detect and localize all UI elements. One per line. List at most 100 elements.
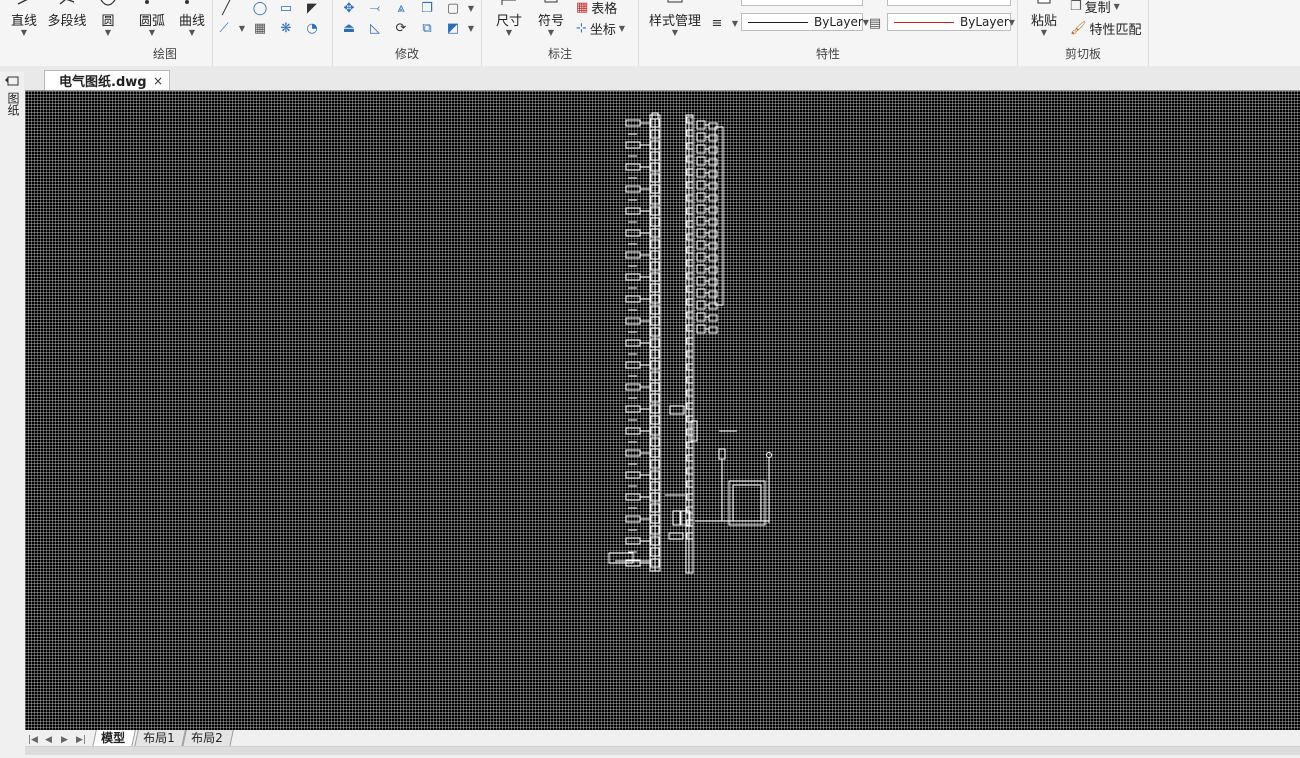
array-icon[interactable]: ⧉	[419, 20, 435, 36]
modify-group-label: 修改	[394, 47, 419, 61]
dimension-button[interactable]: 尺寸 ▼	[492, 0, 526, 37]
clipboard-group-label: 剪切板	[1064, 47, 1101, 61]
line-button[interactable]: 直线 ▼	[6, 0, 42, 37]
drawing-canvas[interactable]	[25, 90, 1300, 730]
polyline-icon	[59, 0, 75, 5]
chevron-down-icon: ▼	[1008, 17, 1015, 27]
tab-model-label: 模型	[101, 731, 126, 745]
chevron-down-icon: ▼	[1113, 2, 1120, 11]
color-combo-top[interactable]	[887, 0, 1011, 6]
properties-group-label: 特性	[815, 47, 840, 61]
symbol-icon	[544, 0, 558, 3]
line-button-label: 直线	[10, 14, 37, 29]
line-icon	[17, 0, 28, 5]
linetype-value: ByLayer	[814, 15, 863, 29]
chevron-down-icon: ▼	[148, 28, 156, 37]
copy-object-icon[interactable]: ❐	[419, 0, 435, 16]
table-icon: ▦	[576, 0, 589, 15]
tab-layout2[interactable]: 布局2	[182, 730, 234, 747]
rotate-icon[interactable]: ⟳	[393, 20, 409, 36]
curve-icon	[185, 0, 189, 4]
polyline-button-label: 多段线	[47, 14, 87, 29]
chevron-down-icon[interactable]: ▼	[463, 20, 479, 36]
tab-layout1[interactable]: 布局1	[134, 730, 186, 747]
properties-box-icon[interactable]: ▢	[445, 0, 461, 16]
match-properties-button[interactable]: 🖌 特性匹配	[1070, 19, 1142, 38]
next-layout-button[interactable]: ▶	[61, 735, 68, 745]
chevron-down-icon: ▼	[188, 28, 196, 37]
style-manager-icon	[667, 0, 683, 3]
color-value: ByLayer	[960, 15, 1009, 29]
table-button-label: 表格	[591, 2, 618, 17]
side-panel: 图纸	[0, 72, 24, 732]
chevron-down-icon: ▼	[618, 24, 626, 33]
last-layout-button[interactable]: ▶|	[76, 735, 86, 745]
curve-button-label: 曲线	[178, 14, 205, 29]
curve-button[interactable]: 曲线 ▼	[174, 0, 210, 37]
draw-group: 直线 ▼ 多段线 圆 ▼ 圆弧 ▼ 曲线 ▼ ╱ ⟋ ▼ ◯ ▦ ▭ ❋ ◤ ◔	[0, 0, 318, 66]
electrical-drawing	[608, 112, 772, 574]
paste-button-label: 粘贴	[1030, 14, 1057, 29]
chevron-down-icon: ▼	[1040, 28, 1048, 37]
layer-list-icon[interactable]: ≡	[709, 15, 725, 31]
chevron-down-icon: ▼	[505, 28, 513, 37]
first-layout-button[interactable]: |◀	[28, 735, 38, 745]
annotate-group: 尺寸 ▼ 符号 ▼ ▦ 表格 ⊹ 坐标 ▼ 标注	[482, 0, 639, 66]
drawing-list-icon[interactable]	[4, 74, 20, 88]
prev-layout-button[interactable]: ◀	[45, 735, 52, 745]
document-tab-name: 电气图纸.dwg	[59, 75, 147, 90]
dimension-button-label: 尺寸	[495, 14, 522, 29]
arc-button-label: 圆弧	[138, 14, 165, 29]
chevron-down-icon: ▼	[671, 28, 679, 37]
polyline-button[interactable]: 多段线	[44, 0, 90, 29]
mirror-icon[interactable]: ⩓	[393, 0, 409, 16]
paste-button[interactable]: 粘贴 ▼	[1026, 0, 1062, 37]
lineweight-icon[interactable]: ▤	[867, 15, 883, 31]
chevron-down-icon: ▼	[547, 28, 555, 37]
copy-icon: ❐	[1070, 0, 1082, 14]
arc-button[interactable]: 圆弧 ▼	[134, 0, 170, 37]
linetype-select[interactable]: ByLayer ▼	[741, 13, 869, 31]
tab-layout1-label: 布局1	[143, 731, 175, 745]
ribbon: 直线 ▼ 多段线 圆 ▼ 圆弧 ▼ 曲线 ▼ ╱ ⟋ ▼ ◯ ▦ ▭ ❋ ◤ ◔	[0, 0, 1300, 67]
chevron-down-icon: ▼	[20, 28, 28, 37]
document-tab-bar: 电气图纸.dwg ×	[0, 66, 1300, 90]
copy-button[interactable]: ❐ 复制 ▼	[1070, 0, 1120, 16]
color-select[interactable]: ByLayer ▼	[887, 13, 1015, 31]
chevron-down-icon[interactable]: ▼	[463, 0, 479, 16]
chevron-down-icon: ▼	[104, 28, 112, 37]
circle-button-label: 圆	[101, 14, 115, 29]
horizontal-scrollbar[interactable]	[25, 746, 1300, 755]
linetype-preview	[748, 21, 808, 23]
scale-icon[interactable]: ◺	[367, 20, 383, 36]
dimension-icon	[501, 0, 516, 5]
document-tab[interactable]: 电气图纸.dwg ×	[44, 70, 170, 90]
table-button[interactable]: ▦ 表格	[576, 0, 617, 17]
match-properties-icon: 🖌	[1070, 21, 1087, 36]
match-properties-label: 特性匹配	[1089, 23, 1142, 38]
circle-icon	[100, 0, 116, 6]
close-icon[interactable]: ×	[153, 74, 163, 88]
style-manager-button[interactable]: 样式管理 ▼	[643, 0, 707, 37]
coordinate-button-label: 坐标	[589, 23, 616, 38]
circle-button[interactable]: 圆 ▼	[94, 0, 122, 37]
side-panel-label[interactable]: 图纸	[5, 92, 20, 116]
symbol-button[interactable]: 符号 ▼	[534, 0, 568, 37]
coordinate-button[interactable]: ⊹ 坐标 ▼	[576, 19, 625, 38]
coordinate-icon: ⊹	[576, 21, 587, 36]
draw-group-divider	[212, 0, 333, 66]
color-preview	[894, 21, 954, 23]
modify-group: ✥ ⤙ ⩓ ❐ ▢ ▼ ⏏ ◺ ⟳ ⧉ ◩ ▼ 修改	[333, 0, 482, 66]
trim-icon[interactable]: ⤙	[367, 0, 383, 16]
layer-combo-top[interactable]	[741, 0, 863, 6]
tab-model[interactable]: 模型	[92, 730, 136, 747]
clipboard-group: 粘贴 ▼ ❐ 复制 ▼ 🖌 特性匹配 剪切板	[1018, 0, 1149, 66]
explode-icon[interactable]: ◩	[445, 20, 461, 36]
move-icon[interactable]: ✥	[341, 0, 357, 16]
style-manager-label: 样式管理	[648, 14, 701, 29]
stretch-icon[interactable]: ⏏	[341, 20, 357, 36]
arc-icon	[145, 0, 149, 4]
paste-icon	[1037, 0, 1051, 4]
annotate-group-label: 标注	[547, 47, 572, 61]
properties-group: 样式管理 ▼ ≡ ▼ ByLayer ▼ ▤ ByLayer ▼ 特性	[639, 0, 1018, 66]
